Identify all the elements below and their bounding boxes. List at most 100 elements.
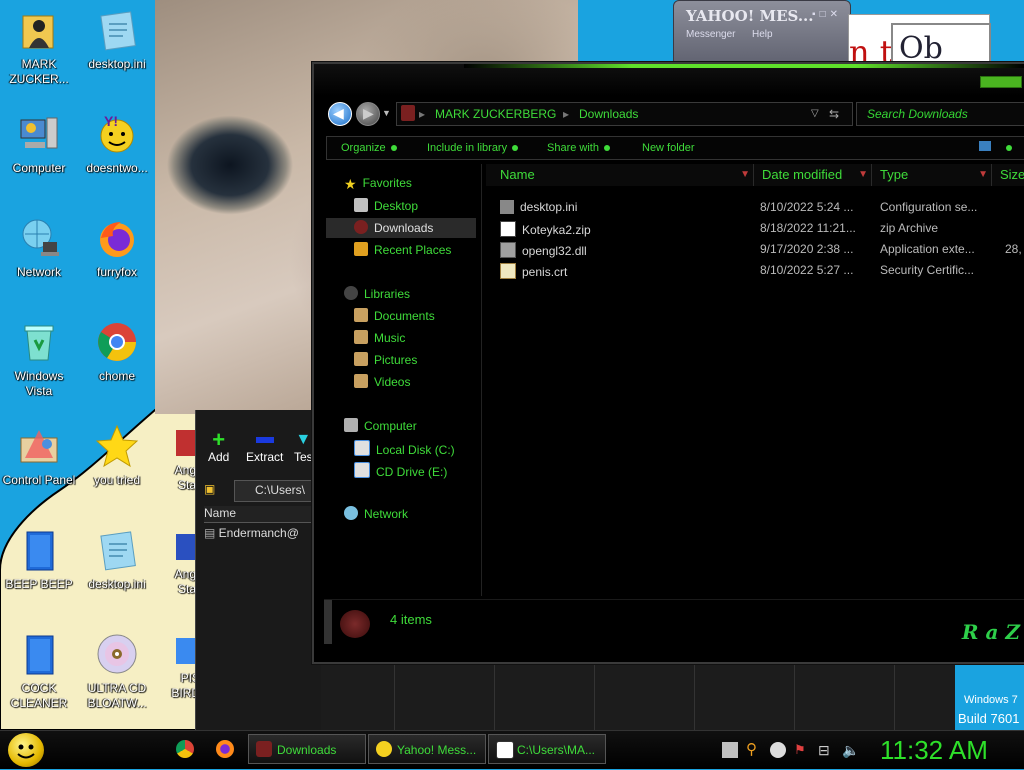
volume-icon[interactable]: 🔈 bbox=[842, 742, 859, 758]
desktop-icon-control-panel[interactable]: Control Panel bbox=[0, 424, 78, 488]
forward-button[interactable]: ▶ bbox=[356, 102, 380, 126]
folder-up-icon[interactable]: ▣ bbox=[204, 482, 215, 496]
tray-app-icon[interactable] bbox=[722, 742, 738, 758]
desktop-icon-chome[interactable]: chome bbox=[78, 320, 156, 384]
column-date-modified[interactable]: Date modified ▼ bbox=[754, 164, 872, 186]
action-center-icon[interactable]: ⚑ bbox=[794, 742, 810, 758]
desktop-icon-angry-star-1[interactable]: Angr Star bbox=[150, 428, 200, 493]
archive-name-column[interactable]: Name bbox=[204, 506, 324, 523]
file-row[interactable]: penis.crt 8/10/2022 5:27 ... Security Ce… bbox=[500, 260, 1024, 280]
breadcrumb-user[interactable]: MARK ZUCKERBERG bbox=[435, 107, 556, 121]
tray-search-icon[interactable]: ⚲ bbox=[746, 742, 762, 758]
nav-downloads[interactable]: Downloads bbox=[354, 220, 433, 235]
archive-window[interactable]: + Add Extract ▼ Tes ▣ C:\Users\ Name ▤ E… bbox=[195, 410, 326, 730]
nav-cd-drive[interactable]: CD Drive (E:) bbox=[354, 462, 447, 479]
view-options-icon[interactable] bbox=[979, 141, 991, 151]
file-row[interactable]: opengl32.dll 9/17/2020 2:38 ... Applicat… bbox=[500, 239, 1024, 259]
file-name-cell: opengl32.dll bbox=[500, 242, 587, 258]
file-row[interactable]: Koteyka2.zip 8/18/2022 11:21... zip Arch… bbox=[500, 218, 1024, 238]
desktop-icon-angry-star-2[interactable]: Angr Star bbox=[150, 532, 200, 597]
taskbar-task-downloads[interactable]: Downloads bbox=[248, 734, 366, 764]
nav-local-disk[interactable]: Local Disk (C:) bbox=[354, 440, 455, 457]
yahoo-menu-messenger[interactable]: Messenger bbox=[686, 29, 735, 40]
sort-dropdown-icon[interactable]: ▼ bbox=[858, 164, 868, 186]
music-icon bbox=[354, 330, 368, 344]
refresh-icon[interactable]: ⇆ bbox=[829, 107, 839, 121]
file-row[interactable]: desktop.ini 8/10/2022 5:24 ... Configura… bbox=[500, 197, 1024, 217]
forward-arrow-icon: ▶ bbox=[363, 105, 374, 121]
desktop-icon-beep-beep[interactable]: BEEP BEEP bbox=[0, 528, 78, 592]
desktop-icon-user-folder[interactable]: MARK ZUCKER... bbox=[0, 8, 78, 87]
taskbar-task-archive[interactable]: C:\Users\MA... bbox=[488, 734, 606, 764]
chrome-taskbar-icon[interactable] bbox=[176, 740, 194, 758]
desktop-icon-computer[interactable]: Computer bbox=[0, 112, 78, 176]
column-name[interactable]: Name ▼ bbox=[486, 164, 754, 186]
search-input[interactable]: Search Downloads bbox=[856, 102, 1024, 126]
share-with-button[interactable]: Share with bbox=[547, 142, 610, 154]
yahoo-messenger-window[interactable]: YAHOO! MES... Messenger Help ▪□✕ bbox=[673, 0, 851, 66]
file-type-cell: Configuration se... bbox=[880, 200, 978, 214]
archive-add-button[interactable]: + Add bbox=[208, 429, 229, 465]
ini-file-icon bbox=[100, 531, 136, 571]
desktop-icon-yahoo[interactable]: Y! doesntwo... bbox=[78, 112, 156, 176]
taskbar-clock[interactable]: 11:32 AM bbox=[880, 735, 988, 766]
archive-row[interactable]: ▤ Endermanch@ bbox=[204, 526, 299, 540]
history-dropdown-icon[interactable]: ▼ bbox=[382, 108, 391, 118]
start-button[interactable] bbox=[8, 733, 44, 767]
nav-documents[interactable]: Documents bbox=[354, 308, 435, 323]
nav-recent-places[interactable]: Recent Places bbox=[354, 242, 451, 257]
sort-dropdown-icon[interactable]: ▼ bbox=[978, 164, 988, 186]
build-watermark: Build 7601 bbox=[958, 711, 1020, 726]
yahoo-title: YAHOO! MES... bbox=[686, 7, 814, 25]
taskbar-task-yahoo[interactable]: Yahoo! Mess... bbox=[368, 734, 486, 764]
column-type[interactable]: Type ▼ bbox=[872, 164, 992, 186]
desktop-icon-network[interactable]: Network bbox=[0, 216, 78, 280]
file-icon: ▤ bbox=[204, 526, 219, 540]
yahoo-menu-help[interactable]: Help bbox=[752, 29, 773, 40]
new-folder-button[interactable]: New folder bbox=[642, 142, 695, 154]
nav-desktop[interactable]: Desktop bbox=[354, 198, 418, 213]
desktop-icon-pis-bird[interactable]: PIS BIRD bbox=[150, 636, 200, 701]
organize-button[interactable]: Organize bbox=[341, 142, 397, 154]
archive-extract-button[interactable]: Extract bbox=[246, 430, 283, 464]
desktop-icon-windows-vista[interactable]: Windows Vista bbox=[0, 320, 78, 399]
file-date-cell: 8/10/2022 5:24 ... bbox=[760, 200, 854, 214]
nav-computer[interactable]: Computer bbox=[344, 418, 417, 433]
address-bar[interactable]: ▸ MARK ZUCKERBERG ▸ Downloads ▽ ⇆ bbox=[396, 102, 853, 126]
nav-pictures[interactable]: Pictures bbox=[354, 352, 417, 367]
explorer-window[interactable]: ◀ ▶ ▼ ▸ MARK ZUCKERBERG ▸ Downloads ▽ ⇆ … bbox=[312, 62, 1024, 664]
firefox-taskbar-icon[interactable] bbox=[216, 740, 234, 758]
yahoo-window-controls[interactable]: ▪□✕ bbox=[812, 9, 842, 20]
tray-messenger-icon[interactable] bbox=[770, 742, 786, 758]
theme-brand-logo: R a Z bbox=[961, 620, 1020, 644]
certificate-icon bbox=[500, 263, 516, 279]
desktop-icon-furryfox[interactable]: furryfox bbox=[78, 216, 156, 280]
explorer-title-bar[interactable] bbox=[314, 64, 1024, 96]
nav-videos[interactable]: Videos bbox=[354, 374, 410, 389]
nav-favorites[interactable]: ★ Favorites bbox=[344, 176, 412, 192]
task-label: Yahoo! Mess... bbox=[397, 743, 477, 757]
desktop-icon-desktop-ini[interactable]: desktop.ini bbox=[78, 8, 156, 72]
minus-icon bbox=[255, 437, 274, 443]
ini-file-icon bbox=[100, 11, 136, 51]
breadcrumb-downloads[interactable]: Downloads bbox=[579, 107, 638, 121]
view-dropdown[interactable] bbox=[1001, 142, 1012, 154]
desktop-icon-ultra-cd[interactable]: ULTRA CD BLOATW... bbox=[78, 632, 156, 711]
nav-libraries[interactable]: Libraries bbox=[344, 286, 410, 301]
desktop-icon bbox=[354, 198, 368, 212]
nav-music[interactable]: Music bbox=[354, 330, 405, 345]
desktop-icon-desktop-ini-2[interactable]: desktop.ini bbox=[78, 528, 156, 592]
network-tray-icon[interactable]: ⊟ bbox=[818, 742, 834, 758]
desktop-icon-you-tried[interactable]: you tried bbox=[78, 424, 156, 488]
column-size[interactable]: Size bbox=[992, 164, 1024, 186]
window-controls[interactable] bbox=[980, 76, 1022, 88]
include-in-library-button[interactable]: Include in library bbox=[427, 142, 519, 154]
windows-watermark: Windows 7 bbox=[964, 694, 1018, 706]
desktop-icon-cock-cleaner[interactable]: COCK CLEANER bbox=[0, 632, 78, 711]
back-button[interactable]: ◀ bbox=[328, 102, 352, 126]
nav-network[interactable]: Network bbox=[344, 506, 408, 521]
sort-dropdown-icon[interactable]: ▼ bbox=[740, 164, 750, 186]
archive-test-button[interactable]: ▼ Tes bbox=[294, 430, 313, 464]
address-dropdown-icon[interactable]: ▽ bbox=[811, 108, 819, 119]
taskbar: Downloads Yahoo! Mess... C:\Users\MA... … bbox=[0, 730, 1024, 769]
